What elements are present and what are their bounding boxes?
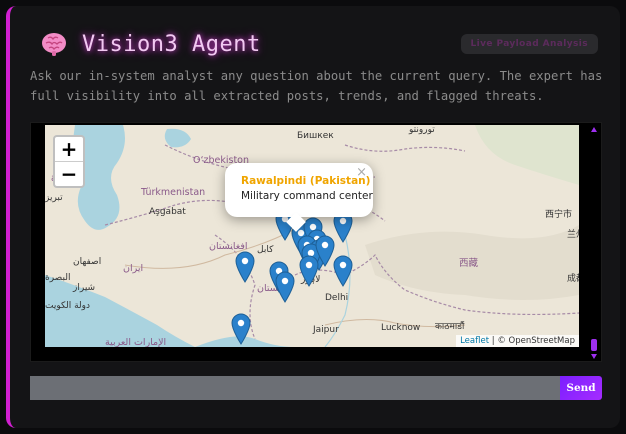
map-label-shiraz: شيراز (73, 283, 96, 293)
header: Vision3 Agent (40, 30, 261, 58)
description-text: Ask our in-system analyst any question a… (30, 69, 603, 103)
zoom-out-button[interactable]: − (55, 162, 83, 186)
map-label-kathmandu: काठमाडौं (435, 322, 465, 332)
map-label-bishkek: Бишкек (297, 131, 334, 141)
map-pin-icon[interactable] (275, 271, 295, 303)
map-container: Бишкек تورونتو O‘zbekiston Türkmenistan … (30, 122, 602, 362)
map-label-iran: ایران (123, 263, 144, 274)
scroll-up-arrow[interactable] (591, 127, 597, 132)
popup-body: Military command center (241, 190, 373, 202)
popup-title: Rawalpindi (Pakistan) (241, 175, 371, 187)
map-pin-icon[interactable] (235, 251, 255, 283)
map-pin-icon[interactable] (299, 255, 319, 287)
map-label-delhi: Delhi (325, 293, 349, 303)
map-label-esfahan: اصفهان (73, 257, 102, 267)
map-label-lanzhou: 兰州 (567, 230, 579, 240)
zoom-in-button[interactable]: + (55, 137, 83, 162)
scrollbar[interactable] (591, 127, 597, 359)
scroll-down-arrow[interactable] (591, 354, 597, 359)
map-label-kabul: کابل (257, 245, 274, 255)
scroll-thumb[interactable] (591, 339, 597, 351)
map-label-chengdu: 成都 (567, 274, 579, 284)
map-pin-icon[interactable] (333, 255, 353, 287)
map-label-xizang: 西藏 (459, 258, 479, 269)
status-badge: Live Payload Analysis (460, 34, 598, 54)
map-label-uae: الإمارات العربية (105, 337, 167, 347)
map-label-tabriz: تبریز (45, 193, 63, 203)
chat-input[interactable] (30, 376, 560, 400)
chat-input-row: Send (30, 376, 602, 400)
map-popup: × Rawalpindi (Pakistan) Military command… (225, 163, 373, 232)
app-title: Vision3 Agent (82, 31, 261, 57)
map-label-basra: البصرة (45, 273, 71, 283)
map-label-lucknow: Lucknow (381, 323, 421, 333)
zoom-control: + − (53, 135, 85, 188)
map-attribution: Leaflet | © OpenStreetMap (456, 335, 579, 347)
map-label-toruntou: تورونتو (409, 125, 435, 135)
brain-icon (42, 33, 66, 56)
map-label-asgabat: Aşgabat (149, 207, 186, 217)
map-label-xining: 西宁市 (545, 210, 573, 220)
map[interactable]: Бишкек تورونتو O‘zbekiston Türkmenistan … (45, 125, 579, 347)
leaflet-link[interactable]: Leaflet (460, 336, 489, 346)
map-label-kuwait: دولة الكويت (45, 301, 90, 311)
map-pin-icon[interactable] (231, 313, 251, 345)
map-label-jaipur: Jaipur (313, 325, 339, 335)
map-label-turkmenistan: Türkmenistan (141, 187, 206, 198)
osm-attribution-text: | © OpenStreetMap (489, 336, 575, 346)
send-button[interactable]: Send (560, 376, 602, 400)
